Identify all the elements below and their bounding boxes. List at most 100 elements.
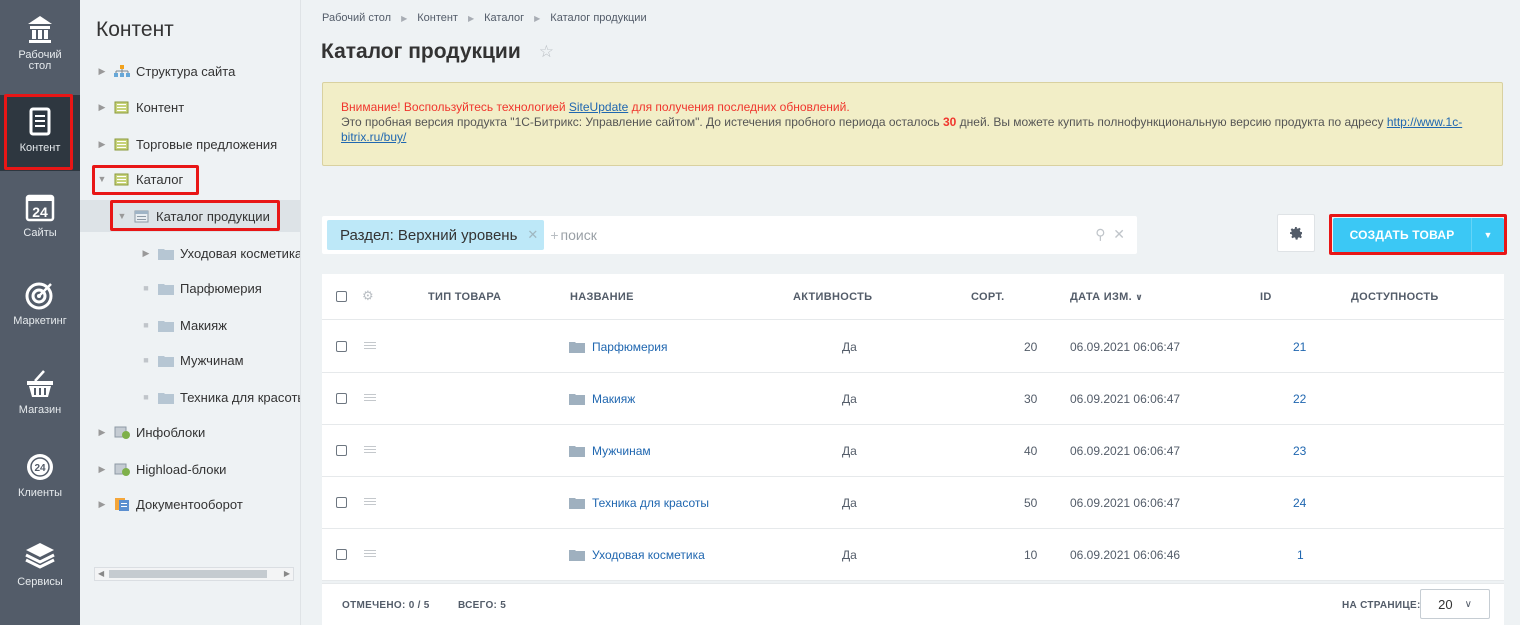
- row-checkbox[interactable]: [336, 497, 347, 508]
- add-filter-icon[interactable]: +: [550, 227, 558, 243]
- row-checkbox[interactable]: [336, 393, 347, 404]
- row-id[interactable]: 21: [1293, 340, 1306, 354]
- create-product-button[interactable]: СОЗДАТЬ ТОВАР ▼: [1333, 218, 1504, 252]
- table-row[interactable]: Техника для красоты Да 50 06.09.2021 06:…: [322, 477, 1504, 529]
- rail-item-clients[interactable]: 24 Клиенты: [0, 442, 80, 522]
- breadcrumb-separator-icon: ▶: [401, 14, 408, 23]
- tree-node-site-structure[interactable]: ▶ Структура сайта: [96, 60, 236, 82]
- breadcrumb-item[interactable]: Рабочий стол: [322, 12, 391, 26]
- row-id[interactable]: 24: [1293, 496, 1306, 510]
- expand-arrow-icon[interactable]: ▶: [96, 102, 108, 113]
- table-row[interactable]: Парфюмерия Да 20 06.09.2021 06:06:47 21: [322, 321, 1504, 373]
- drag-handle-icon[interactable]: [364, 394, 376, 401]
- filter-bar[interactable]: Раздел: Верхний уровень ✕ + ⚲ ✕: [322, 216, 1137, 254]
- row-name-link[interactable]: Техника для красоты: [569, 496, 709, 510]
- search-input[interactable]: [560, 227, 1081, 243]
- drag-handle-icon[interactable]: [364, 342, 376, 349]
- row-name-link[interactable]: Уходовая косметика: [569, 548, 705, 562]
- col-header-name[interactable]: НАЗВАНИЕ: [570, 291, 634, 303]
- col-header-active[interactable]: АКТИВНОСТЬ: [793, 291, 872, 303]
- table-row[interactable]: Уходовая косметика Да 10 06.09.2021 06:0…: [322, 529, 1504, 581]
- per-page-select[interactable]: 20 ∨: [1420, 589, 1490, 619]
- tree-node-beauty-tech[interactable]: ■ Техника для красоты: [140, 386, 300, 408]
- row-date: 06.09.2021 06:06:47: [1070, 444, 1181, 458]
- clear-search-icon[interactable]: ✕: [1113, 226, 1125, 242]
- tree-node-makeup[interactable]: ■ Макияж: [140, 314, 227, 336]
- expand-arrow-icon[interactable]: ▶: [96, 464, 108, 475]
- tree-node-docflow[interactable]: ▶ Документооборот: [96, 493, 243, 515]
- rail-item-sites[interactable]: 24 Сайты: [0, 182, 80, 262]
- trial-notice: Внимание! Воспользуйтесь технологией Sit…: [322, 82, 1503, 166]
- breadcrumb-item[interactable]: Контент: [417, 12, 458, 26]
- tree-node-product-catalog[interactable]: ▼ Каталог продукции: [116, 205, 270, 227]
- rail-item-services[interactable]: Сервисы: [0, 525, 80, 605]
- col-header-type[interactable]: ТИП ТОВАРА: [428, 291, 501, 303]
- row-date: 06.09.2021 06:06:47: [1070, 340, 1181, 354]
- row-checkbox[interactable]: [336, 341, 347, 352]
- row-date: 06.09.2021 06:06:47: [1070, 392, 1181, 406]
- collapse-arrow-icon[interactable]: ▼: [116, 211, 128, 221]
- rail-item-marketing[interactable]: Маркетинг: [0, 270, 80, 350]
- columns-gear-icon[interactable]: ⚙: [362, 288, 374, 304]
- expand-arrow-icon[interactable]: ▶: [96, 66, 108, 77]
- drag-handle-icon[interactable]: [364, 550, 376, 557]
- col-header-date[interactable]: ДАТА ИЗМ. ∨: [1070, 291, 1143, 303]
- tree-node-highload[interactable]: ▶ Highload-блоки: [96, 458, 227, 480]
- settings-button[interactable]: [1277, 214, 1315, 252]
- col-header-id[interactable]: ID: [1260, 291, 1272, 303]
- rail-label: Маркетинг: [13, 315, 67, 327]
- tree-node-offers[interactable]: ▶ Торговые предложения: [96, 133, 278, 155]
- row-name: Уходовая косметика: [592, 548, 705, 562]
- table-row[interactable]: Мужчинам Да 40 06.09.2021 06:06:47 23: [322, 425, 1504, 477]
- row-sort: 20: [1024, 340, 1038, 354]
- collapse-arrow-icon[interactable]: ▼: [96, 174, 108, 184]
- layers-icon: [25, 543, 55, 569]
- tree-node-perfume[interactable]: ■ Парфюмерия: [140, 277, 262, 299]
- rail-item-shop[interactable]: Магазин: [0, 355, 80, 435]
- chip-remove-icon[interactable]: ✕: [527, 227, 538, 243]
- rail-item-desktop[interactable]: Рабочий стол: [0, 0, 80, 80]
- expand-arrow-icon[interactable]: ▶: [96, 499, 108, 510]
- row-active: Да: [842, 340, 857, 354]
- tree-node-men[interactable]: ■ Мужчинам: [140, 349, 243, 371]
- scrollbar-thumb[interactable]: [109, 570, 267, 578]
- expand-arrow-icon[interactable]: ▶: [140, 248, 152, 259]
- list-page-icon: [134, 210, 149, 222]
- drag-handle-icon[interactable]: [364, 446, 376, 453]
- scroll-left-icon[interactable]: ◀: [98, 568, 104, 580]
- row-name-link[interactable]: Макияж: [569, 392, 635, 406]
- chevron-down-icon[interactable]: ▼: [1471, 218, 1504, 252]
- row-id[interactable]: 23: [1293, 444, 1306, 458]
- rail-item-content[interactable]: Контент: [0, 95, 80, 171]
- drag-handle-icon[interactable]: [364, 498, 376, 505]
- row-checkbox[interactable]: [336, 445, 347, 456]
- tree-node-label: Каталог продукции: [156, 208, 270, 224]
- tree-node-cosmetics[interactable]: ▶ Уходовая косметика: [140, 242, 300, 264]
- siteupdate-link[interactable]: SiteUpdate: [569, 100, 628, 114]
- select-all-checkbox[interactable]: [336, 291, 347, 302]
- tree-node-infoblocks[interactable]: ▶ Инфоблоки: [96, 421, 206, 443]
- tree-node-catalog[interactable]: ▼ Каталог: [96, 168, 184, 190]
- row-name-link[interactable]: Мужчинам: [569, 444, 651, 458]
- row-id[interactable]: 1: [1297, 548, 1304, 562]
- tree-horizontal-scrollbar[interactable]: ◀ ▶: [94, 567, 294, 581]
- infoblock-settings-icon: [114, 463, 130, 476]
- row-checkbox[interactable]: [336, 549, 347, 560]
- search-icon[interactable]: ⚲: [1095, 226, 1105, 242]
- tree-node-content[interactable]: ▶ Контент: [96, 96, 185, 118]
- expand-arrow-icon[interactable]: ▶: [96, 139, 108, 150]
- breadcrumb-item[interactable]: Каталог продукции: [550, 12, 646, 26]
- filter-chip-section[interactable]: Раздел: Верхний уровень ✕: [327, 220, 545, 250]
- row-name-link[interactable]: Парфюмерия: [569, 340, 668, 354]
- document-icon: [29, 107, 51, 136]
- folder-icon: [569, 342, 585, 353]
- breadcrumb-item[interactable]: Каталог: [484, 12, 524, 26]
- target-icon: [25, 282, 53, 310]
- scroll-right-icon[interactable]: ▶: [284, 568, 290, 580]
- col-header-sort[interactable]: СОРТ.: [971, 291, 1004, 303]
- expand-arrow-icon[interactable]: ▶: [96, 427, 108, 438]
- row-id[interactable]: 22: [1293, 392, 1306, 406]
- favorite-star-icon[interactable]: ☆: [539, 42, 554, 62]
- table-row[interactable]: Макияж Да 30 06.09.2021 06:06:47 22: [322, 373, 1504, 425]
- col-header-availability[interactable]: ДОСТУПНОСТЬ: [1351, 291, 1439, 303]
